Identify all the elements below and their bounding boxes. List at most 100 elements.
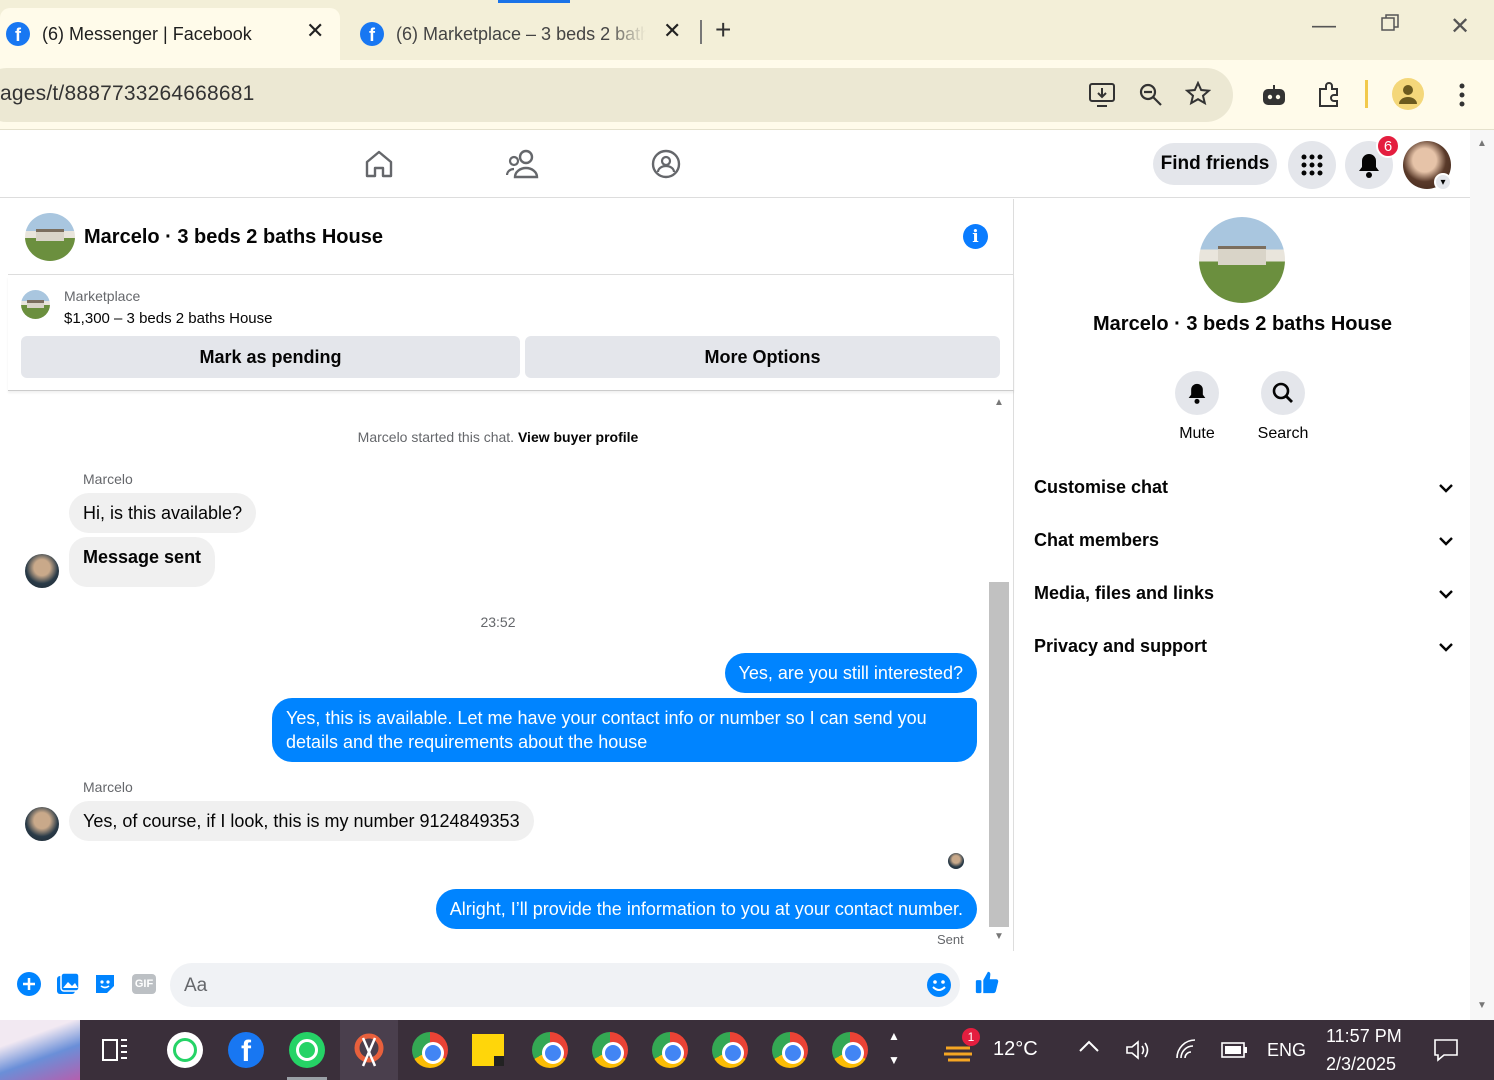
tab-title: (6) Messenger | Facebook bbox=[42, 23, 252, 44]
message-bubble-out[interactable]: Yes, this is available. Let me have your… bbox=[272, 698, 977, 762]
message-bubble-in[interactable]: Message sent bbox=[69, 537, 216, 587]
tab-separator bbox=[700, 20, 702, 44]
accordion-chat-members[interactable]: Chat members bbox=[1034, 520, 1454, 560]
chevron-down-icon bbox=[1438, 530, 1454, 551]
scroll-thumb[interactable] bbox=[989, 582, 1009, 927]
chat-title[interactable]: Marcelo · 3 beds 2 baths House bbox=[84, 226, 383, 249]
kebab-menu-icon[interactable] bbox=[1452, 82, 1472, 108]
message-bubble-in[interactable]: Hi, is this available? bbox=[69, 493, 257, 533]
view-buyer-profile-link[interactable]: View buyer profile bbox=[518, 429, 638, 445]
chrome-profile-1-icon[interactable] bbox=[408, 1028, 452, 1072]
restore-icon[interactable] bbox=[1380, 12, 1400, 40]
battery-icon[interactable] bbox=[1220, 1040, 1248, 1065]
scroll-up-icon[interactable]: ▲ bbox=[994, 397, 1004, 408]
accordion-customise-chat[interactable]: Customise chat bbox=[1034, 467, 1454, 507]
chrome-profile-4-icon[interactable] bbox=[648, 1028, 692, 1072]
chrome-profile-6-icon[interactable] bbox=[768, 1028, 812, 1072]
minimize-icon[interactable]: — bbox=[1312, 12, 1336, 40]
facebook-top-nav: Find friends 6 ▾ bbox=[0, 130, 1494, 198]
input-language[interactable]: ENG bbox=[1267, 1040, 1306, 1061]
accordion-label: Chat members bbox=[1034, 529, 1160, 550]
search-icon bbox=[1261, 371, 1305, 415]
sender-avatar[interactable] bbox=[25, 807, 59, 841]
menu-grid-icon[interactable] bbox=[1288, 141, 1336, 189]
sender-avatar[interactable] bbox=[25, 554, 59, 588]
whatsapp-icon[interactable] bbox=[163, 1028, 207, 1072]
tab-loading-indicator bbox=[498, 0, 570, 3]
weather-badge: 1 bbox=[962, 1028, 980, 1046]
zoom-icon[interactable] bbox=[1138, 82, 1164, 108]
chrome-profile-2-icon[interactable] bbox=[528, 1028, 572, 1072]
robot-icon[interactable] bbox=[1260, 82, 1288, 108]
groups-icon[interactable] bbox=[650, 148, 682, 185]
clock-date[interactable]: 2/3/2025 bbox=[1326, 1054, 1396, 1075]
gif-icon[interactable]: GIF bbox=[131, 971, 157, 997]
home-icon[interactable] bbox=[363, 148, 395, 185]
emoji-icon[interactable] bbox=[927, 973, 951, 1002]
message-bubble-in[interactable]: Yes, of course, if I look, this is my nu… bbox=[69, 801, 534, 841]
scroll-down-icon[interactable]: ▼ bbox=[1477, 1000, 1487, 1011]
task-view-icon[interactable] bbox=[100, 1036, 130, 1069]
tab-messenger[interactable]: f (6) Messenger | Facebook ✕ bbox=[0, 8, 340, 60]
whatsapp-desktop-icon[interactable] bbox=[285, 1028, 329, 1080]
url-text[interactable]: ages/t/8887733264668681 bbox=[0, 82, 255, 106]
clock-time[interactable]: 11:57 PM bbox=[1326, 1026, 1402, 1047]
notification-center-icon[interactable] bbox=[1432, 1036, 1460, 1069]
sticker-icon[interactable] bbox=[92, 971, 118, 997]
search-button[interactable]: Search bbox=[1243, 371, 1323, 443]
taskbar-overflow-icon[interactable]: ▲ ▼ bbox=[888, 1024, 900, 1072]
message-input[interactable]: Aa bbox=[170, 963, 960, 1007]
info-icon[interactable]: i bbox=[963, 224, 988, 249]
chrome-profile-7-icon[interactable] bbox=[828, 1028, 872, 1072]
photo-icon[interactable] bbox=[55, 971, 81, 997]
message-status: Sent bbox=[937, 932, 964, 947]
more-options-button[interactable]: More Options bbox=[525, 336, 1000, 378]
install-app-icon[interactable] bbox=[1088, 82, 1116, 108]
facebook-icon: f bbox=[6, 22, 30, 46]
chevron-down-icon[interactable]: ▾ bbox=[1434, 173, 1452, 191]
message-input-placeholder: Aa bbox=[184, 975, 208, 996]
page-scrollbar[interactable]: ▲ ▼ bbox=[1470, 130, 1494, 1020]
like-thumb-icon[interactable] bbox=[974, 969, 1000, 995]
close-tab-icon[interactable]: ✕ bbox=[306, 18, 324, 44]
chevron-down-icon bbox=[1438, 477, 1454, 498]
listing-price-title[interactable]: $1,300 – 3 beds 2 baths House bbox=[64, 310, 273, 327]
find-friends-button[interactable]: Find friends bbox=[1153, 143, 1277, 185]
start-widget[interactable] bbox=[0, 1020, 80, 1080]
mark-as-pending-button[interactable]: Mark as pending bbox=[21, 336, 520, 378]
message-bubble-out[interactable]: Alright, I’ll provide the information to… bbox=[435, 889, 977, 929]
listing-thumbnail[interactable] bbox=[21, 290, 50, 319]
chrome-profile-3-icon[interactable] bbox=[588, 1028, 632, 1072]
add-plus-icon[interactable] bbox=[16, 971, 42, 997]
close-window-icon[interactable]: ✕ bbox=[1450, 12, 1470, 41]
facebook-app-icon[interactable]: f bbox=[224, 1028, 268, 1072]
bookmark-star-icon[interactable] bbox=[1185, 81, 1211, 107]
accordion-privacy-support[interactable]: Privacy and support bbox=[1034, 626, 1454, 666]
volume-icon[interactable] bbox=[1124, 1038, 1150, 1067]
chrome-profile-5-icon[interactable] bbox=[708, 1028, 752, 1072]
friends-icon[interactable] bbox=[505, 148, 540, 185]
weather-temperature[interactable]: 12°C bbox=[993, 1038, 1038, 1061]
chat-scrollbar[interactable]: ▲ ▼ bbox=[988, 397, 1010, 947]
sticky-notes-icon[interactable] bbox=[466, 1028, 510, 1072]
profile-icon[interactable] bbox=[1392, 78, 1424, 110]
scroll-down-icon[interactable]: ▼ bbox=[994, 931, 1004, 942]
accordion-media-files-links[interactable]: Media, files and links bbox=[1034, 573, 1454, 613]
timestamp: 23:52 bbox=[480, 614, 516, 630]
tab-marketplace[interactable]: f (6) Marketplace – 3 beds 2 baths House… bbox=[350, 8, 695, 60]
wifi-icon[interactable] bbox=[1174, 1038, 1200, 1067]
omnibox[interactable]: ages/t/8887733264668681 bbox=[0, 68, 1233, 122]
close-tab-icon[interactable]: ✕ bbox=[663, 18, 681, 44]
conversation-avatar[interactable] bbox=[25, 213, 75, 261]
conversation-info-panel: Marcelo · 3 beds 2 baths House Mute Sear… bbox=[1015, 199, 1470, 1021]
mute-button[interactable]: Mute bbox=[1157, 371, 1237, 443]
new-tab-icon[interactable]: + bbox=[715, 14, 731, 46]
extensions-icon[interactable] bbox=[1315, 81, 1343, 109]
message-bubble-out[interactable]: Yes, are you still interested? bbox=[724, 653, 977, 693]
windows-taskbar: f ▲ ▼ 1 12°C ENG 11:57 PM 2/3/2025 bbox=[0, 1020, 1494, 1080]
weather-icon[interactable]: 1 bbox=[942, 1028, 980, 1066]
snipping-tool-icon[interactable] bbox=[340, 1020, 398, 1080]
scroll-up-icon[interactable]: ▲ bbox=[1477, 138, 1487, 149]
conversation-avatar-large[interactable] bbox=[1199, 217, 1285, 303]
chevron-up-icon[interactable] bbox=[1078, 1036, 1100, 1059]
